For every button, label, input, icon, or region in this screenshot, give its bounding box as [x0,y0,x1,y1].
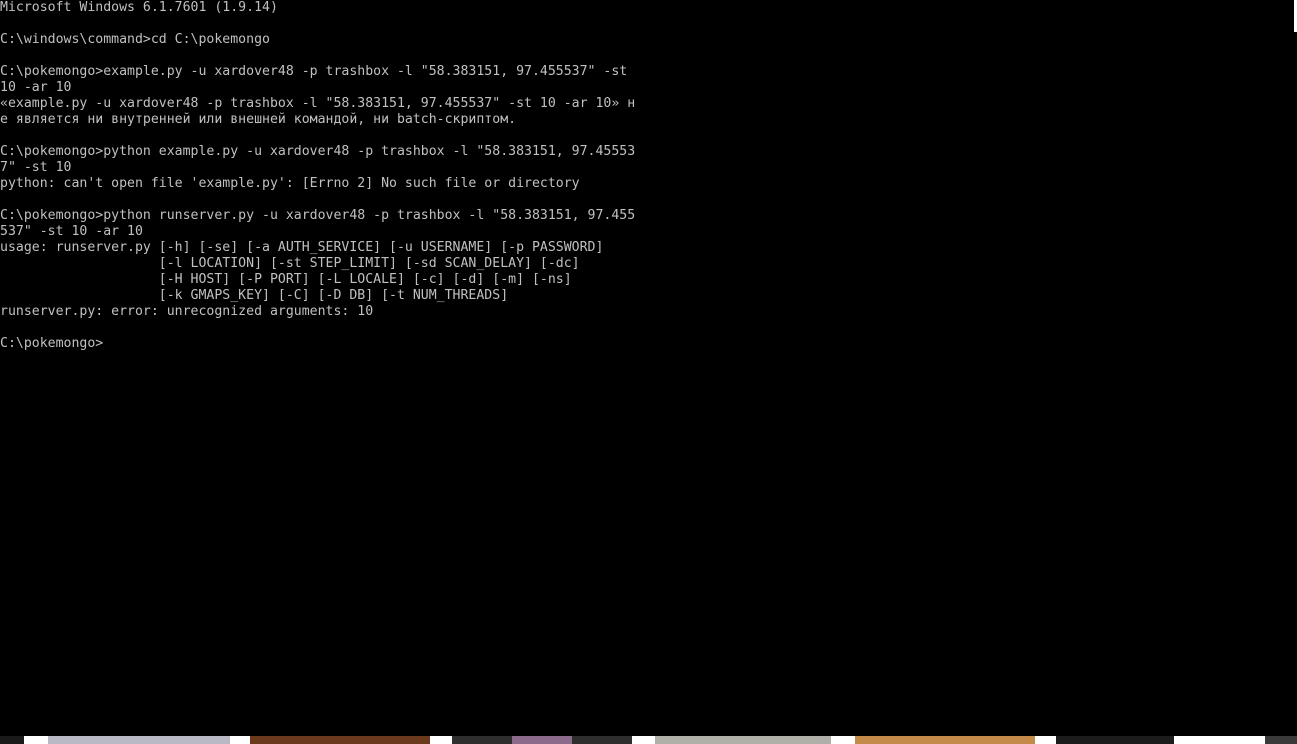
thumbnail[interactable] [855,736,1035,744]
thumbnail[interactable] [512,736,572,744]
console-line: Microsoft Windows 6.1.7601 (1.9.14) [0,0,278,15]
console-line: [-H HOST] [-P PORT] [-L LOCALE] [-c] [-d… [0,272,572,287]
console-line: C:\pokemongo>python example.py -u xardov… [0,144,636,159]
console-line: е является ни внутренней или внешней ком… [0,112,517,127]
thumbnail[interactable] [250,736,430,744]
console-line: [-l LOCATION] [-st STEP_LIMIT] [-sd SCAN… [0,256,580,271]
console-line: 10 -ar 10 [0,80,72,95]
thumbnail[interactable] [48,736,230,744]
console-line: [-k GMAPS_KEY] [-C] [-D DB] [-t NUM_THRE… [0,288,509,303]
thumbnail[interactable] [0,736,24,744]
console-line: C:\windows\command>cd C:\pokemongo [0,32,270,47]
console-line: 7" -st 10 [0,160,72,175]
console-line: runserver.py: error: unrecognized argume… [0,304,374,319]
thumbnail[interactable] [1056,736,1174,744]
console-line: «example.py -u xardover48 -p trashbox -l… [0,96,636,111]
console-line: python: can't open file 'example.py': [E… [0,176,580,191]
console-line: C:\pokemongo>python runserver.py -u xard… [0,208,636,223]
thumbnail[interactable] [655,736,831,744]
console-line: C:\pokemongo>example.py -u xardover48 -p… [0,64,628,79]
console-line: usage: runserver.py [-h] [-se] [-a AUTH_… [0,240,604,255]
console-prompt[interactable]: C:\pokemongo> [0,336,635,352]
thumbnail[interactable] [1265,736,1297,744]
console-output: Microsoft Windows 6.1.7601 (1.9.14) C:\w… [0,0,635,352]
thumbnail-strip [0,736,1297,744]
console-window[interactable]: Microsoft Windows 6.1.7601 (1.9.14) C:\w… [0,0,1297,736]
console-line: 537" -st 10 -ar 10 [0,224,143,239]
